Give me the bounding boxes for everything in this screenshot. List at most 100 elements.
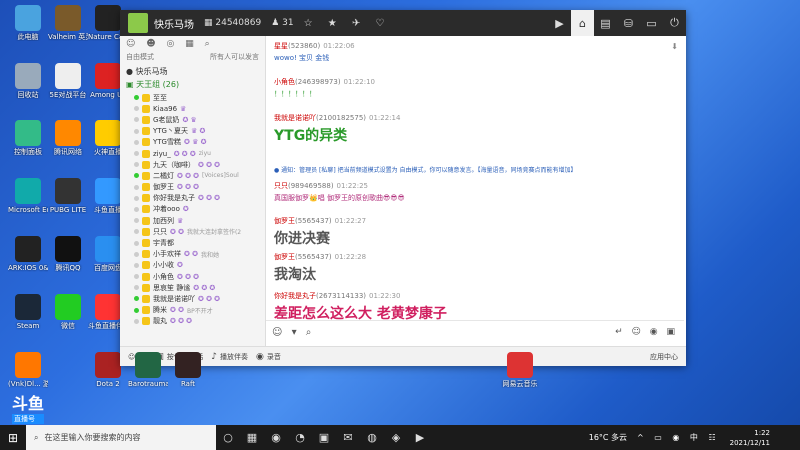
desktop-icon-label: Microsoft Edge (8, 206, 48, 214)
start-button[interactable]: ⊞ (0, 425, 26, 450)
sender-id: (2673114133) (316, 292, 366, 300)
taskbar-search[interactable]: ⌕ 在这里输入你要搜索的内容 (26, 425, 216, 450)
desktop-icon[interactable]: 网易云音乐 (500, 352, 540, 388)
desktop-icon[interactable]: 腾讯QQ (48, 236, 88, 272)
input-bar[interactable]: ☺ ▾ ⌕ ↵ ☺ ◉ ▣ (266, 320, 684, 347)
chat-message[interactable]: 伽罗王(5565437) 01:22:28 我淘汰 (274, 252, 366, 284)
member-row[interactable]: G老鼠奶 ✪ ♛ (120, 114, 265, 125)
input-tools-left[interactable]: ☺ ▾ ⌕ (272, 327, 314, 338)
desktop-icon[interactable]: Steam (8, 294, 48, 330)
desktop-icon[interactable]: ARK:IOS 0&0 游戏 (8, 236, 48, 272)
input-tools-right[interactable]: ↵ ☺ ◉ ▣ (615, 327, 678, 337)
scroll-down-icon[interactable]: ⬇ (671, 42, 678, 51)
member-row[interactable]: 你好我是丸子 ✪ ✪ ✪ (120, 193, 265, 204)
member-medal-icon: ✪ ✪ (170, 306, 184, 315)
member-pane: ☺ ☻ ◎ ▦ ⌕ 自由模式 所有人可以发言 ● 快乐马场 ▣ 天王组 (26)… (120, 36, 266, 346)
taskbar-app-icon[interactable]: ◉ (264, 425, 288, 450)
desktop-icon[interactable]: 5E对战平台 (48, 63, 88, 99)
play-accompaniment[interactable]: ♪ 播放伴奏 (211, 352, 248, 362)
member-row[interactable]: 九天（咖啡） ✪ ✪ ✪ (120, 159, 265, 170)
member-row[interactable]: 只只 ✪ ✪ 我就大连封拿签作(2 (120, 226, 265, 237)
member-row[interactable]: YTG雪糕 ✪ ♛ ✪ (120, 137, 265, 148)
home-icon[interactable]: ⌂ (571, 10, 594, 36)
member-row[interactable]: 小角色 ✪ ✪ ✪ (120, 271, 265, 282)
chat-message[interactable]: 星星(523860) 01:22:06 wowo! 宝贝 金钱 (274, 41, 355, 63)
message-header: 只只(989469588) 01:22:25 (274, 181, 405, 191)
member-row[interactable]: 我就是诺诺吖 ✪ ✪ ✪ (120, 293, 265, 304)
member-row[interactable]: YTG丶夏天 ♛ ✪ (120, 126, 265, 137)
member-row[interactable]: 腾米 ✪ ✪ BP不开才 (120, 305, 265, 316)
message-text: ！！！！！！ (274, 90, 316, 98)
channel-notice: ● 通知：管理员 [私聊] 把当前频道模式设置为 自由模式，你可以随意发言。【海… (274, 167, 577, 174)
title-icons[interactable]: ☆ ★ ✈ ♡ (304, 18, 391, 29)
desktop-icon[interactable]: 回收站 (8, 63, 48, 99)
member-row[interactable]: 思哀笙 静谧 ✪ ✪ ✪ (120, 282, 265, 293)
member-badge-icon (142, 205, 150, 214)
clock[interactable]: 1:22 2021/12/11 (730, 428, 770, 448)
desktop-icon-label: 5E对战平台 (49, 91, 87, 99)
live-icon[interactable]: ▶ (548, 10, 571, 36)
minimize-button[interactable]: ▭ (640, 10, 663, 36)
close-button[interactable]: ⏻ (663, 10, 686, 36)
desktop-icon-label: Valheim 英灵神殿 (48, 33, 88, 41)
member-row[interactable]: 二橘灯 ✪ ✪ ✪ [Voices]Soul (120, 170, 265, 181)
chat-message[interactable]: 你好我是丸子(2673114133) 01:22:30 差距怎么这么大 老黄梦康子 (274, 291, 447, 320)
member-medal-icon: ✪ ✪ (170, 227, 184, 236)
desktop-icon[interactable]: 此电脑 (8, 5, 48, 41)
member-row[interactable]: 靓丸 ✪ ✪ ✪ (120, 316, 265, 327)
window-controls: ▶ ⌂ ▤ ⛁ ▭ ⏻ (548, 10, 686, 36)
weather[interactable]: 16°C 多云 (589, 432, 627, 443)
online-count: ♟ 31 (271, 18, 294, 28)
chat-area[interactable]: ⬇ ● 通知：管理员 [私聊] 把当前频道模式设置为 自由模式，你可以随意发言。… (266, 36, 684, 320)
desktop-icon[interactable]: Valheim 英灵神殿 (48, 5, 88, 41)
title-bar[interactable]: 快乐马场 ▦ 24540869 ♟ 31 ☆ ★ ✈ ♡ ▶ ⌂ ▤ ⛁ ▭ ⏻ (120, 10, 686, 36)
taskbar-app-icon[interactable]: ○ (216, 425, 240, 450)
desktop-icon[interactable]: Microsoft Edge (8, 178, 48, 214)
member-row[interactable]: 小手欢祥 ✪ ✪ 我和她 (120, 249, 265, 260)
status-dot (134, 240, 139, 246)
taskbar-app-icon[interactable]: ▶ (408, 425, 432, 450)
desktop-icon[interactable]: 腾讯网络 (48, 120, 88, 156)
chat-message[interactable]: 伽罗王(5565437) 01:22:27 你进决赛 (274, 216, 366, 248)
member-row[interactable]: 小小收 ✪ (120, 260, 265, 271)
desktop-app-icon (507, 352, 533, 378)
game-icon[interactable]: ⛁ (617, 10, 640, 36)
status-dot (134, 251, 139, 257)
room-node[interactable]: ● 快乐马场 (120, 66, 265, 79)
member-medal-icon: ✪ ♛ ✪ (183, 138, 207, 147)
douyu-sub: 直播号 (12, 414, 45, 424)
tray-icons[interactable]: ^ ▭ ◉ 中 ☷ (637, 432, 720, 443)
taskbar-app-icon[interactable]: ✉ (336, 425, 360, 450)
chat-message[interactable]: 我就是诺诺吖(2100182575) 01:22:14 YTG的异类 (274, 113, 400, 145)
system-tray: 16°C 多云 ^ ▭ ◉ 中 ☷ 1:22 2021/12/11 (589, 425, 800, 450)
desktop-icon[interactable]: Barotrauma (128, 352, 168, 388)
member-row[interactable]: 加西列 ♛ (120, 215, 265, 226)
taskbar-app-icon[interactable]: ◔ (288, 425, 312, 450)
desktop-icon[interactable]: 控制面板 (8, 120, 48, 156)
record[interactable]: ◉ 录音 (256, 352, 281, 362)
group-node[interactable]: ▣ 天王组 (26) (120, 79, 265, 92)
chat-message[interactable]: 只只(989469588) 01:22:25 真国服伽罗👑唱 伽罗王的原创歌曲😎😎😎 (274, 181, 405, 203)
app-center[interactable]: 应用中心 (650, 352, 678, 362)
desktop-icon[interactable]: (Vnk)Dl... 游戏组件 (8, 352, 48, 388)
desktop-icon[interactable]: Raft (168, 352, 208, 388)
member-row[interactable]: 伽罗王 ✪ ✪ ✪ (120, 182, 265, 193)
member-row[interactable]: 至至 (120, 92, 265, 103)
list-icon[interactable]: ▤ (594, 10, 617, 36)
channel-mode: 自由模式 所有人可以发言 (120, 52, 265, 66)
member-row[interactable]: 宇青都 (120, 237, 265, 248)
taskbar-app-icon[interactable]: ▦ (240, 425, 264, 450)
member-toolbar[interactable]: ☺ ☻ ◎ ▦ ⌕ (120, 36, 265, 52)
taskbar-app-icon[interactable]: ▣ (312, 425, 336, 450)
member-name: Kiaa96 (153, 104, 178, 113)
desktop-icon[interactable]: 微信 (48, 294, 88, 330)
chat-message[interactable]: 小角色(246398973) 01:22:10 ！！！！！！ (274, 77, 375, 99)
desktop-icon-label: 腾讯网络 (54, 148, 82, 156)
sender-id: (989469588) (288, 182, 334, 190)
taskbar-app-icon[interactable]: ◍ (360, 425, 384, 450)
taskbar-app-icon[interactable]: ◈ (384, 425, 408, 450)
desktop-icon[interactable]: PUBG LITE (48, 178, 88, 214)
member-row[interactable]: ziyu_ ✪ ✪ ✪ ziyu (120, 148, 265, 159)
member-row[interactable]: 冲着ooo ✪ (120, 204, 265, 215)
member-row[interactable]: Kiaa96 ♛ (120, 103, 265, 114)
